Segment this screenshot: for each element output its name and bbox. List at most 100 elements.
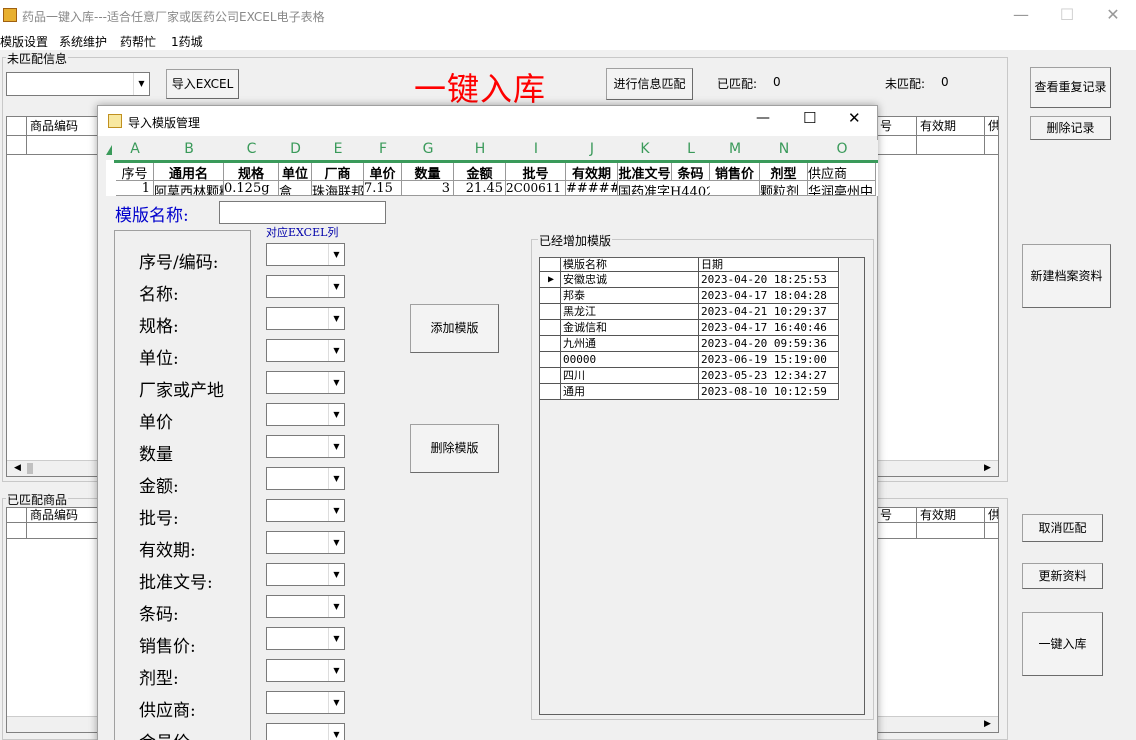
- new-archive-button[interactable]: 新建档案资料: [1022, 244, 1111, 308]
- excel-col-letter: D: [290, 141, 301, 157]
- excel-header-cell: 有效期: [566, 163, 618, 181]
- menu-1yaocheng[interactable]: 1药城: [171, 33, 203, 50]
- excel-column-letters: A B C D E F G H I J K L M N O: [106, 140, 878, 160]
- field-combo-member-price[interactable]: ▼: [266, 723, 345, 740]
- field-combo-amount[interactable]: ▼: [266, 467, 345, 490]
- maximize-icon[interactable]: ☐: [1044, 0, 1090, 30]
- template-date-cell[interactable]: 2023-04-20 18:25:53: [699, 272, 839, 288]
- add-template-button[interactable]: 添加模版: [410, 304, 499, 353]
- field-combo-expiry[interactable]: ▼: [266, 531, 345, 554]
- menu-template-settings[interactable]: 模版设置: [0, 33, 48, 50]
- chevron-down-icon: ▼: [328, 532, 344, 553]
- template-name-cell[interactable]: 金诚信和: [561, 320, 699, 336]
- template-name-cell[interactable]: 安徽忠诚: [561, 272, 699, 288]
- template-name-label: 模版名称:: [115, 206, 189, 226]
- grid-header-supplier[interactable]: 供: [985, 117, 999, 136]
- excel-col-letter: O: [836, 141, 848, 157]
- field-label-expiry: 有效期:: [139, 541, 196, 561]
- delete-record-button[interactable]: 删除记录: [1030, 116, 1111, 140]
- field-label-name: 名称:: [139, 285, 179, 305]
- menu-system-maintenance[interactable]: 系统维护: [59, 33, 107, 50]
- close-icon[interactable]: ✕: [848, 109, 861, 127]
- field-combo-manufacturer[interactable]: ▼: [266, 371, 345, 394]
- excel-data-cell: 1: [116, 181, 154, 196]
- scroll-right-icon[interactable]: ▶: [979, 461, 996, 476]
- menu-yaobangmang[interactable]: 药帮忙: [120, 33, 156, 50]
- field-combo-supplier[interactable]: ▼: [266, 691, 345, 714]
- grid-header-code[interactable]: 商品编码: [27, 117, 99, 136]
- templates-group-label: 已经增加模版: [538, 232, 613, 249]
- field-combo-unit[interactable]: ▼: [266, 339, 345, 362]
- templates-header-date[interactable]: 日期: [699, 258, 839, 272]
- excel-data-cell: 阿莫西林颗粒: [154, 181, 224, 196]
- excel-col-letter: L: [687, 141, 695, 157]
- template-date-cell[interactable]: 2023-04-20 09:59:36: [699, 336, 839, 352]
- excel-header-cell: 数量: [402, 163, 454, 181]
- field-combo-quantity[interactable]: ▼: [266, 435, 345, 458]
- field-combo-sale-price[interactable]: ▼: [266, 627, 345, 650]
- template-name-cell[interactable]: 通用: [561, 384, 699, 400]
- template-name-input[interactable]: [219, 201, 386, 224]
- cancel-match-button[interactable]: 取消匹配: [1022, 514, 1103, 542]
- field-combo-batch[interactable]: ▼: [266, 499, 345, 522]
- scroll-right-icon[interactable]: ▶: [979, 717, 996, 732]
- excel-col-letter: E: [333, 141, 343, 157]
- app-icon: [3, 8, 17, 22]
- excel-file-combo[interactable]: ▼: [6, 72, 150, 96]
- field-label-sale-price: 销售价:: [139, 637, 196, 657]
- excel-col-letter: A: [130, 141, 140, 157]
- grid-header-supplier[interactable]: 供: [985, 508, 999, 523]
- field-combo-seq[interactable]: ▼: [266, 243, 345, 266]
- template-name-cell[interactable]: 邦泰: [561, 288, 699, 304]
- close-icon[interactable]: ✕: [1090, 0, 1136, 30]
- scroll-left-icon[interactable]: ◀: [9, 461, 26, 476]
- field-combo-approval[interactable]: ▼: [266, 563, 345, 586]
- view-duplicates-button[interactable]: 查看重复记录: [1030, 67, 1111, 108]
- chevron-down-icon: ▼: [328, 468, 344, 489]
- grid-header-code[interactable]: 商品编码: [27, 508, 99, 523]
- minimize-icon[interactable]: —: [756, 110, 770, 126]
- template-date-cell[interactable]: 2023-04-21 10:29:37: [699, 304, 839, 320]
- field-label-unit: 单位:: [139, 349, 179, 369]
- template-date-cell[interactable]: 2023-08-10 10:12:59: [699, 384, 839, 400]
- one-click-stock-button[interactable]: 一键入库: [1022, 612, 1103, 676]
- page-title: 一键入库: [414, 70, 547, 108]
- delete-template-button[interactable]: 删除模版: [410, 424, 499, 473]
- template-name-cell[interactable]: 九州通: [561, 336, 699, 352]
- excel-preview: A B C D E F G H I J K L M N O 序号 通用名 规格 …: [106, 140, 878, 196]
- excel-data-cell: 珠海联邦: [312, 181, 364, 196]
- templates-header-name[interactable]: 模版名称: [561, 258, 699, 272]
- templates-grid[interactable]: 模版名称 日期 ▶ 安徽忠诚 2023-04-20 18:25:53 邦泰 20…: [539, 257, 865, 715]
- excel-header-cell: 金额: [454, 163, 506, 181]
- maximize-icon[interactable]: ☐: [803, 109, 816, 127]
- template-name-cell[interactable]: 00000: [561, 352, 699, 368]
- grid-header-number[interactable]: 号: [877, 508, 917, 523]
- field-combo-dosage-form[interactable]: ▼: [266, 659, 345, 682]
- field-combo-barcode[interactable]: ▼: [266, 595, 345, 618]
- template-date-cell[interactable]: 2023-04-17 16:40:46: [699, 320, 839, 336]
- grid-header-number[interactable]: 号: [877, 117, 917, 136]
- template-date-cell[interactable]: 2023-06-19 15:19:00: [699, 352, 839, 368]
- field-combo-spec[interactable]: ▼: [266, 307, 345, 330]
- chevron-down-icon: ▼: [328, 596, 344, 617]
- grid-header-expiry[interactable]: 有效期: [917, 508, 985, 523]
- field-combo-price[interactable]: ▼: [266, 403, 345, 426]
- menu-bar: 模版设置 系统维护 药帮忙 1药城: [0, 30, 1136, 50]
- template-name-cell[interactable]: 四川: [561, 368, 699, 384]
- minimize-icon[interactable]: —: [998, 0, 1044, 30]
- template-date-cell[interactable]: 2023-04-17 18:04:28: [699, 288, 839, 304]
- template-date-cell[interactable]: 2023-05-23 12:34:27: [699, 368, 839, 384]
- field-labels-panel: [114, 230, 251, 740]
- grid-header-expiry[interactable]: 有效期: [917, 117, 985, 136]
- field-combo-name[interactable]: ▼: [266, 275, 345, 298]
- chevron-down-icon: ▼: [328, 372, 344, 393]
- excel-col-letter: F: [378, 141, 388, 157]
- matched-count-value: 0: [773, 75, 781, 89]
- field-label-seq: 序号/编码:: [139, 253, 219, 273]
- excel-data-cell: 华润亳州中: [808, 181, 876, 196]
- scroll-thumb[interactable]: [27, 463, 33, 474]
- template-name-cell[interactable]: 黑龙江: [561, 304, 699, 320]
- update-data-button[interactable]: 更新资料: [1022, 563, 1103, 589]
- match-info-button[interactable]: 进行信息匹配: [606, 68, 693, 100]
- import-excel-button[interactable]: 导入EXCEL: [166, 69, 239, 99]
